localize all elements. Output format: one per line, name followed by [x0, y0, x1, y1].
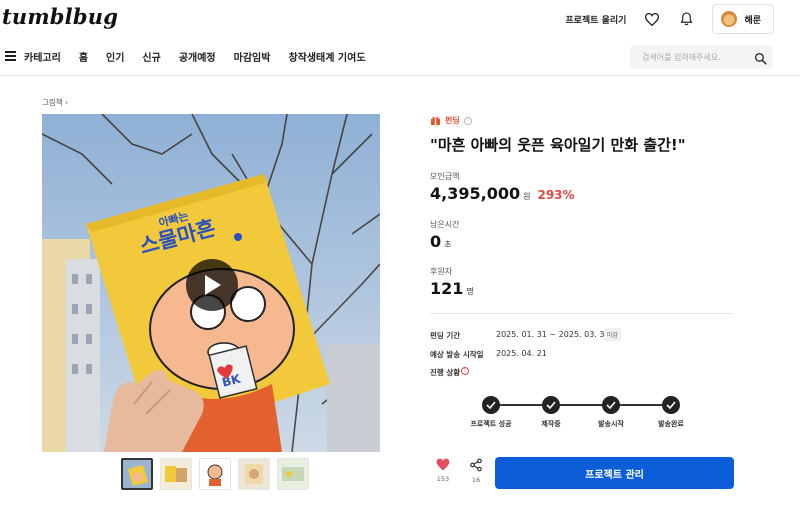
- progress-step-2-check-icon: [542, 396, 560, 414]
- nav-item-category[interactable]: 카테고리: [24, 49, 61, 64]
- top-actions: 프로젝트 올리기 해룬: [565, 4, 774, 34]
- thumbnail-4[interactable]: [238, 458, 270, 490]
- like-button[interactable]: 153: [434, 458, 452, 483]
- progress-timeline-line: [491, 404, 671, 406]
- share-icon: [470, 458, 482, 472]
- heart-icon[interactable]: [644, 11, 660, 27]
- deadline-badge: 마감: [604, 328, 622, 341]
- nav-item-popular[interactable]: 인기: [106, 49, 124, 64]
- nav-item-ecosystem-contribution[interactable]: 창작생태계 기여도: [288, 49, 365, 64]
- progress-step-1-check-icon: [482, 396, 500, 414]
- progress-step-label: 발송완료: [658, 420, 684, 428]
- nav-item-home[interactable]: 홈: [79, 49, 88, 64]
- backers-label: 후원자: [430, 267, 453, 276]
- project-manage-button[interactable]: 프로젝트 관리: [495, 457, 734, 489]
- category-tag: 펀딩 i: [430, 115, 472, 126]
- nav-items: 카테고리 홈 인기 신규 공개예정 마감임박 창작생태계 기여도: [24, 49, 384, 64]
- amount-label: 모인금액: [430, 172, 460, 181]
- search-box: [630, 45, 773, 69]
- thumbnail-1[interactable]: [121, 458, 153, 490]
- category-label: 펀딩: [445, 116, 460, 125]
- amount-unit: 원: [523, 192, 531, 201]
- play-icon: [205, 275, 221, 295]
- gift-icon: [430, 116, 441, 126]
- time-number: 0: [430, 232, 442, 251]
- funding-percent: 293%: [537, 188, 575, 202]
- progress-step-3-check-icon: [602, 396, 620, 414]
- search-icon[interactable]: [754, 50, 767, 69]
- progress-step-label: 발송시작: [598, 420, 624, 428]
- progress-step-4-check-icon: [662, 396, 680, 414]
- amount-value: 4,395,000 원 293%: [430, 184, 575, 203]
- progress-step-label: 프로젝트 성공: [470, 420, 512, 428]
- play-button[interactable]: [186, 259, 238, 311]
- backers-unit: 명: [466, 287, 474, 296]
- time-value: 0 초: [430, 232, 452, 251]
- funding-period-value: 2025. 01. 31 ~ 2025. 03. 31: [496, 330, 610, 339]
- shipping-label: 예상 발송 시작일: [430, 350, 484, 359]
- thumbnail-2[interactable]: [160, 458, 192, 490]
- avatar: [721, 11, 738, 27]
- menu-icon[interactable]: [5, 51, 16, 61]
- time-unit: 초: [444, 240, 452, 249]
- progress-label: 진행 상황: [430, 368, 461, 377]
- share-button[interactable]: 16: [467, 458, 485, 484]
- amount-number: 4,395,000: [430, 184, 521, 203]
- info-icon[interactable]: i: [463, 116, 472, 125]
- thumbnail-3[interactable]: [199, 458, 231, 490]
- breadcrumb[interactable]: 그림책 ›: [42, 97, 68, 108]
- funding-period-label: 펀딩 기간: [430, 331, 461, 340]
- nav-item-closing-soon[interactable]: 마감임박: [234, 49, 271, 64]
- user-profile-button[interactable]: 해룬: [712, 4, 774, 34]
- thumbnail-5[interactable]: [277, 458, 309, 490]
- main-nav: 카테고리 홈 인기 신규 공개예정 마감임박 창작생태계 기여도: [0, 38, 800, 76]
- backers-value: 121 명: [430, 279, 474, 298]
- project-upload-link[interactable]: 프로젝트 올리기: [565, 13, 626, 26]
- bell-icon[interactable]: [678, 11, 694, 27]
- thumbnail-strip: [121, 458, 309, 490]
- info-icon[interactable]: !: [461, 367, 469, 375]
- user-name: 해룬: [744, 15, 761, 26]
- nav-item-upcoming[interactable]: 공개예정: [179, 49, 216, 64]
- top-header: tumblbug 프로젝트 올리기 해룬: [0, 0, 800, 38]
- search-input[interactable]: [642, 45, 752, 69]
- time-label: 남은시간: [430, 220, 460, 229]
- backers-number: 121: [430, 279, 464, 298]
- nav-item-new[interactable]: 신규: [142, 49, 160, 64]
- heart-filled-icon: [436, 458, 450, 471]
- share-count: 16: [471, 476, 481, 484]
- tumblbug-logo[interactable]: tumblbug: [2, 4, 118, 29]
- shipping-date: 2025. 04. 21: [496, 349, 547, 358]
- project-title: "마흔 아빠의 웃픈 육아일기 만화 출간!": [430, 136, 686, 154]
- like-count: 153: [436, 475, 450, 483]
- divider: [430, 313, 733, 314]
- progress-step-label: 제작중: [541, 420, 561, 428]
